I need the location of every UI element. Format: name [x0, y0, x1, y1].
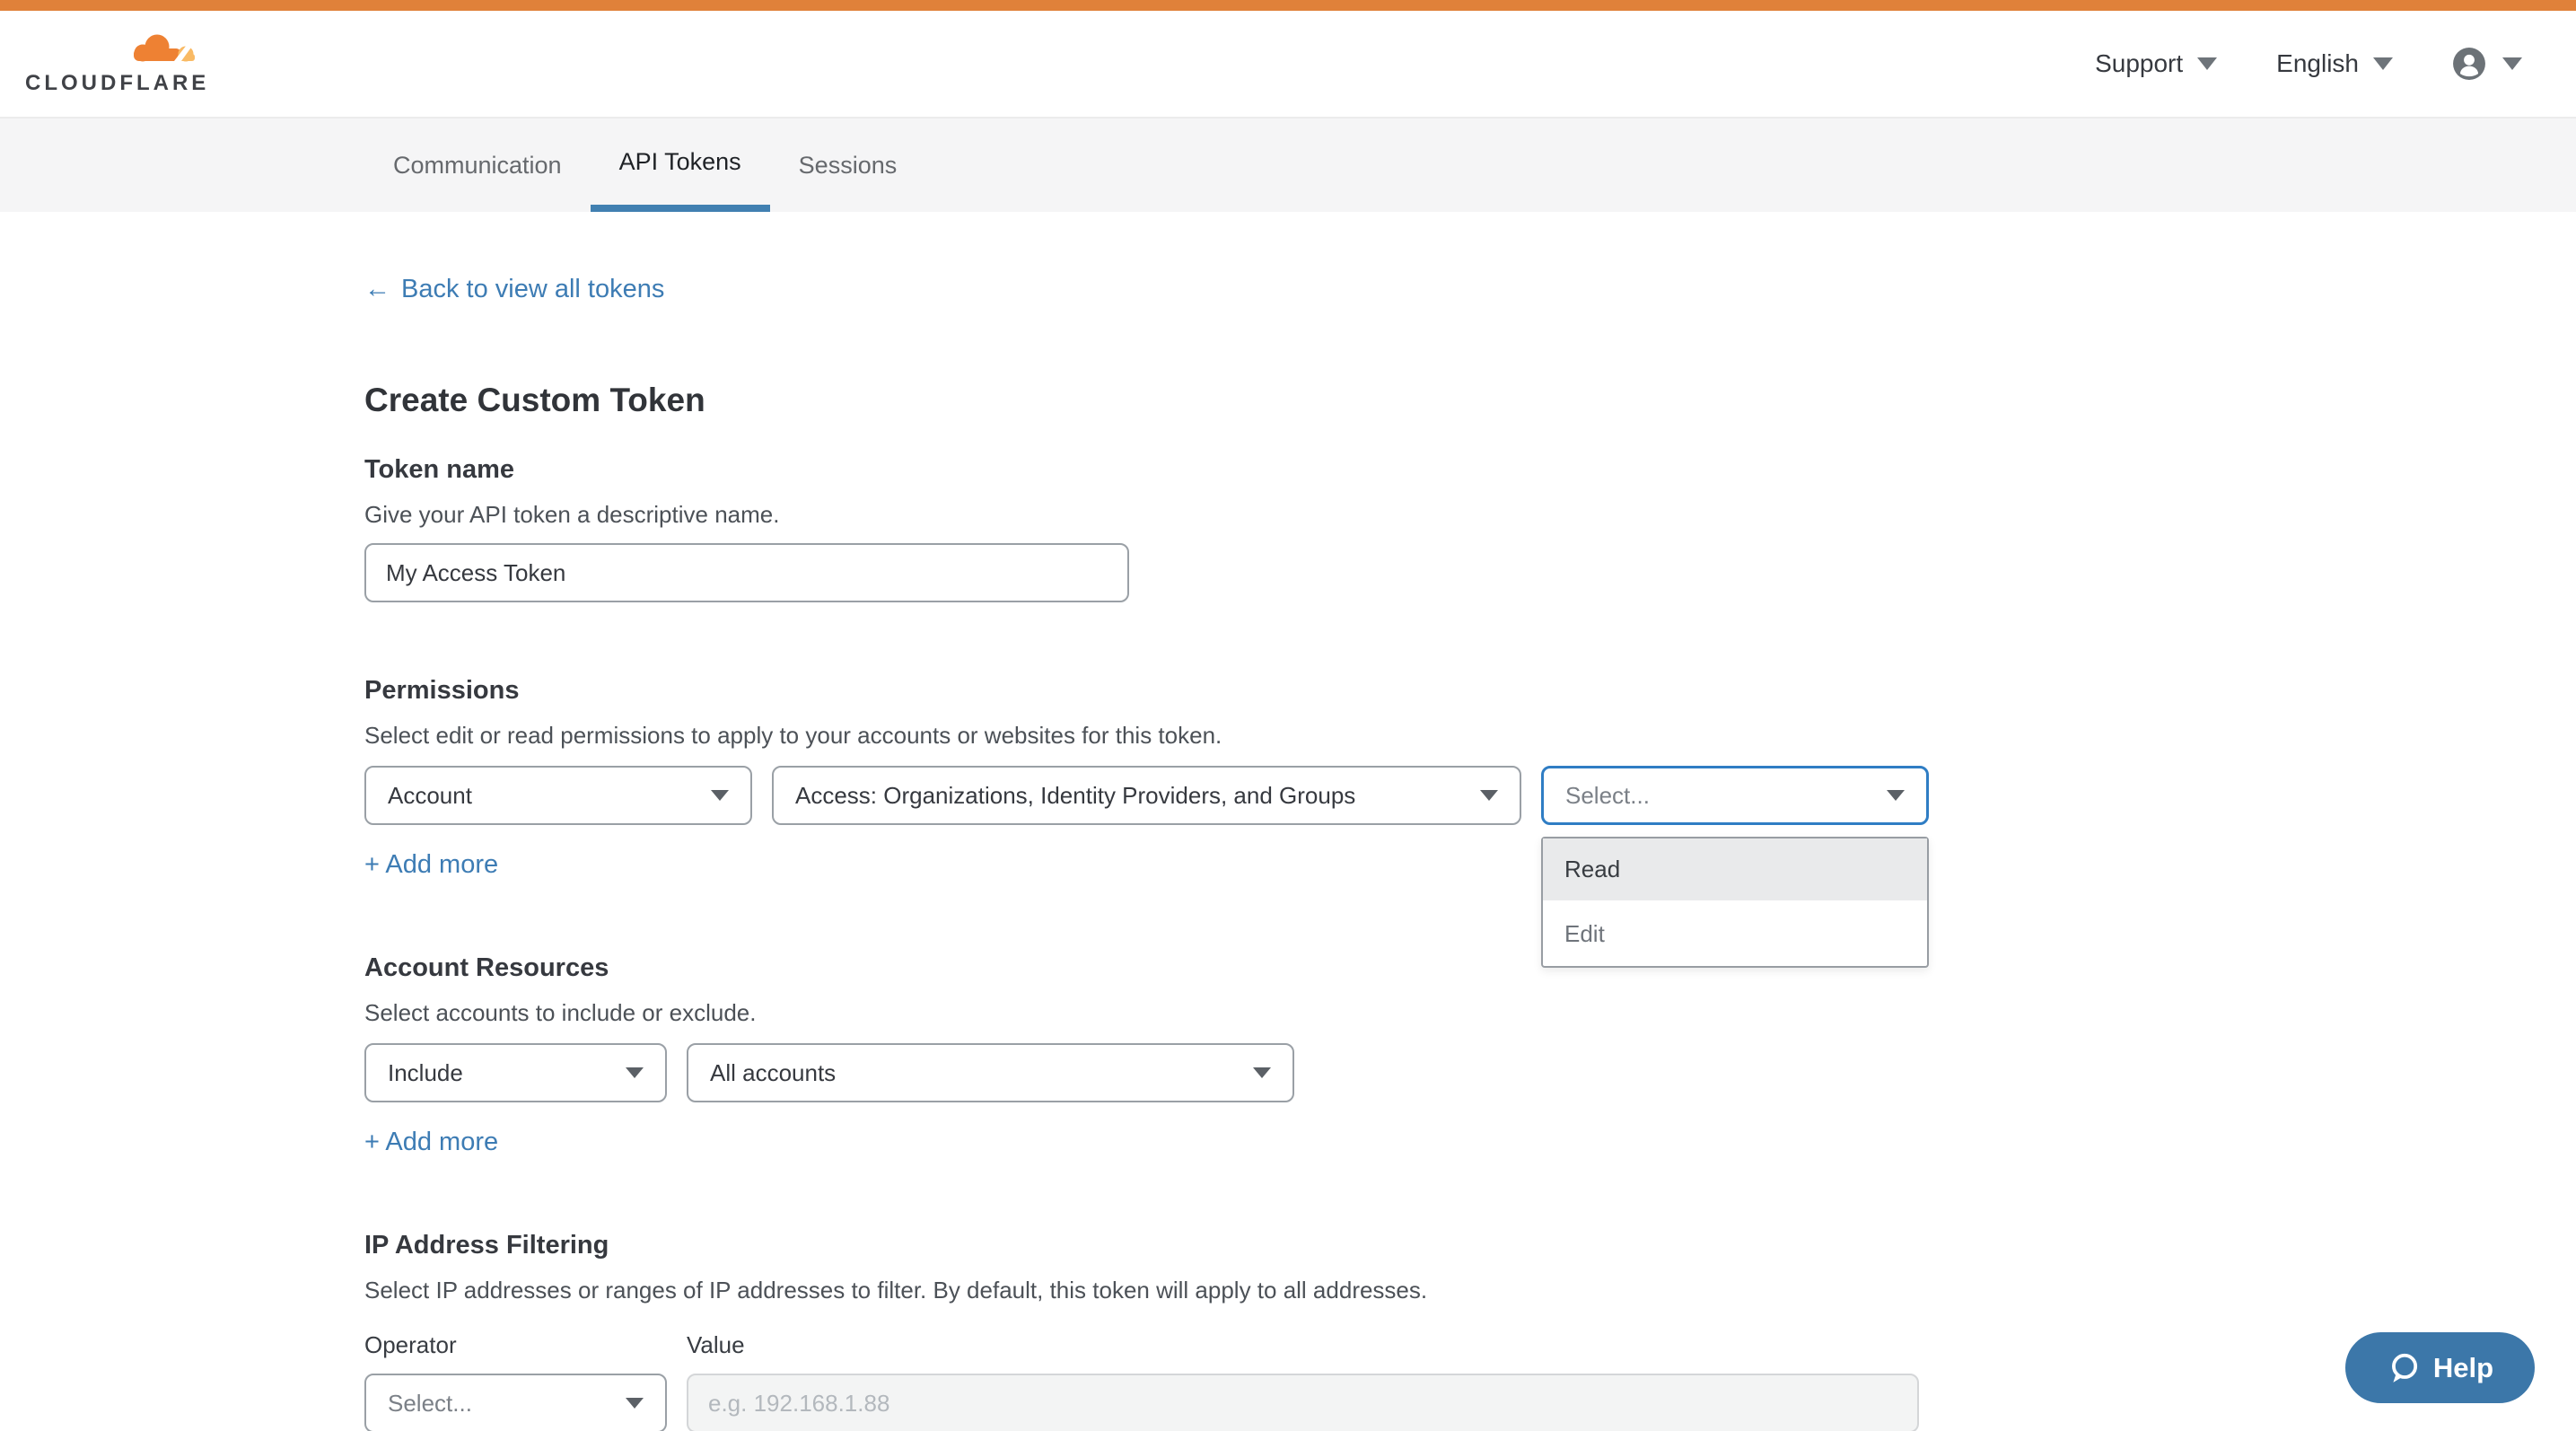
permissions-section: Permissions Select edit or read permissi…: [364, 676, 2212, 880]
cloudflare-cloud-icon: [102, 31, 203, 69]
help-button[interactable]: Help: [2345, 1332, 2535, 1403]
permission-level-placeholder: Select...: [1565, 782, 1650, 810]
tab-communication[interactable]: Communication: [364, 119, 591, 212]
language-menu[interactable]: English: [2276, 49, 2393, 78]
chevron-down-icon: [711, 790, 729, 801]
chevron-down-icon: [2373, 57, 2393, 70]
ip-filtering-heading: IP Address Filtering: [364, 1231, 2212, 1260]
user-avatar-icon: [2452, 47, 2486, 81]
permissions-heading: Permissions: [364, 676, 2212, 706]
token-name-section: Token name Give your API token a descrip…: [364, 455, 2212, 602]
back-link-label: Back to view all tokens: [401, 275, 664, 304]
account-resources-section: Account Resources Select accounts to inc…: [364, 953, 2212, 1157]
cloudflare-logo[interactable]: CLOUDFLARE: [25, 31, 215, 96]
permission-level-dropdown[interactable]: Select... Read Edit: [1541, 766, 1929, 825]
account-resources-description: Select accounts to include or exclude.: [364, 999, 2212, 1027]
ip-operator-placeholder: Select...: [388, 1390, 472, 1418]
page-title: Create Custom Token: [364, 382, 2212, 419]
token-name-input[interactable]: [364, 543, 1129, 602]
header-right-nav: Support English: [2095, 47, 2522, 81]
menu-option-edit[interactable]: Edit: [1543, 902, 1927, 966]
account-resources-row: Include All accounts: [364, 1043, 2212, 1102]
account-menu[interactable]: [2452, 47, 2522, 81]
ip-operator-dropdown[interactable]: Select...: [364, 1374, 667, 1431]
permissions-add-more-link[interactable]: + Add more: [364, 850, 498, 880]
resource-accounts-value: All accounts: [710, 1059, 836, 1087]
permission-resource-dropdown[interactable]: Access: Organizations, Identity Provider…: [772, 766, 1521, 825]
back-arrow-icon: ←: [364, 275, 390, 304]
main-content: ← Back to view all tokens Create Custom …: [364, 275, 2212, 1431]
menu-option-read[interactable]: Read: [1543, 838, 1927, 902]
chevron-down-icon: [1480, 790, 1498, 801]
chevron-down-icon: [2502, 57, 2522, 70]
tab-api-tokens[interactable]: API Tokens: [591, 119, 770, 212]
ip-filtering-labels: Operator Value: [364, 1331, 2212, 1359]
permission-level-menu: Read Edit: [1541, 837, 1929, 968]
resource-accounts-dropdown[interactable]: All accounts: [687, 1043, 1294, 1102]
cloudflare-logo-text: CLOUDFLARE: [25, 71, 209, 96]
resource-mode-dropdown[interactable]: Include: [364, 1043, 667, 1102]
permission-resource-value: Access: Organizations, Identity Provider…: [795, 782, 1355, 810]
chevron-down-icon: [1887, 790, 1905, 801]
permissions-description: Select edit or read permissions to apply…: [364, 722, 2212, 750]
ip-value-input[interactable]: [687, 1374, 1919, 1431]
support-menu-label: Support: [2095, 49, 2183, 78]
tab-sessions[interactable]: Sessions: [770, 119, 926, 212]
back-to-tokens-link[interactable]: ← Back to view all tokens: [364, 275, 664, 304]
chevron-down-icon: [626, 1067, 644, 1078]
ip-filtering-row: Select...: [364, 1374, 2212, 1431]
chevron-down-icon: [626, 1398, 644, 1409]
help-button-label: Help: [2433, 1352, 2493, 1384]
operator-label: Operator: [364, 1331, 687, 1359]
brand-top-strip: [0, 0, 2576, 11]
chevron-down-icon: [1253, 1067, 1271, 1078]
token-name-heading: Token name: [364, 455, 2212, 485]
language-menu-label: English: [2276, 49, 2359, 78]
account-resources-add-more-link[interactable]: + Add more: [364, 1128, 498, 1157]
token-name-description: Give your API token a descriptive name.: [364, 501, 2212, 529]
ip-filtering-section: IP Address Filtering Select IP addresses…: [364, 1231, 2212, 1431]
support-menu[interactable]: Support: [2095, 49, 2217, 78]
ip-filtering-description: Select IP addresses or ranges of IP addr…: [364, 1277, 2212, 1304]
chat-bubble-icon: [2387, 1351, 2421, 1385]
permissions-row: Account Access: Organizations, Identity …: [364, 766, 2212, 825]
chevron-down-icon: [2197, 57, 2217, 70]
profile-tab-bar: Communication API Tokens Sessions: [0, 117, 2576, 212]
top-header: CLOUDFLARE Support English: [0, 11, 2576, 117]
permission-scope-dropdown[interactable]: Account: [364, 766, 752, 825]
value-label: Value: [687, 1331, 745, 1359]
resource-mode-value: Include: [388, 1059, 463, 1087]
account-resources-heading: Account Resources: [364, 953, 2212, 983]
permission-scope-value: Account: [388, 782, 472, 810]
